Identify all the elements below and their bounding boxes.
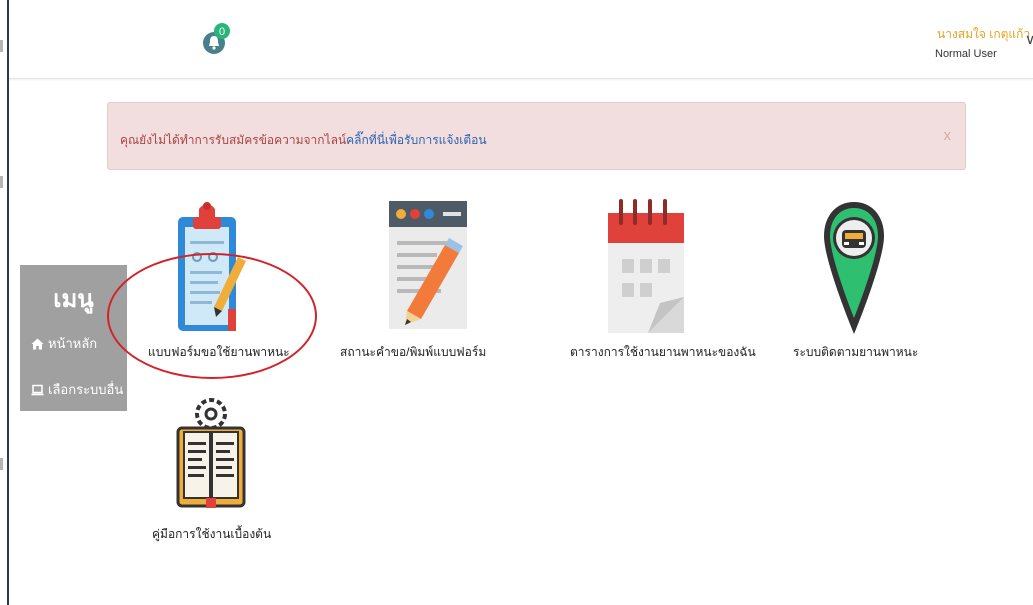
app-label-request-status[interactable]: สถานะคำขอ/พิมพ์แบบฟอร์ม [340, 343, 486, 362]
notification-count: 0 [219, 26, 225, 38]
user-manual-tile[interactable] [176, 392, 246, 510]
app-label-vehicle-tracking[interactable]: ระบบติดตามยานพาหนะ [793, 343, 918, 362]
window-edge-mark [0, 176, 3, 188]
calendar-icon [608, 199, 684, 333]
menu-title: เมนู [53, 286, 94, 313]
app-label-my-schedule[interactable]: ตารางการใช้งานยานพาหนะของฉัน [570, 343, 756, 362]
window-left-border [7, 0, 9, 605]
menu-item-label: เลือกระบบอื่น [48, 382, 124, 397]
app-label-vehicle-request-form[interactable]: แบบฟอร์มขอใช้ยานพาหนะ [148, 343, 290, 362]
document-pencil-icon [389, 201, 467, 329]
laptop-icon [31, 384, 44, 395]
alert-link[interactable]: คลิ๊กที่นี่เพื่อรับการแจ้งเตือน [346, 133, 486, 147]
clipboard-form-icon [178, 202, 246, 331]
alert-close-button[interactable]: x [944, 127, 952, 144]
side-menu: เมนู หน้าหลัก เลือกระบบอื่น [20, 265, 127, 411]
manual-book-gear-icon [176, 398, 246, 508]
chevron-down-icon[interactable]: ∨ [1025, 32, 1033, 48]
user-name[interactable]: นางสมใจ เกตุแก้ว [937, 25, 1030, 44]
window-edge-mark [0, 458, 3, 470]
top-navbar: 0 นางสมใจ เกตุแก้ว Normal User ∨ [9, 0, 1033, 79]
bell-icon: 0 [203, 23, 230, 54]
window-edge-mark [0, 40, 3, 52]
menu-item-home[interactable]: หน้าหลัก [31, 333, 97, 354]
user-role: Normal User [935, 48, 997, 60]
my-vehicle-schedule-tile[interactable] [608, 197, 684, 335]
vehicle-tracking-tile[interactable] [822, 200, 886, 334]
menu-item-other-systems[interactable]: เลือกระบบอื่น [31, 379, 123, 400]
line-notification-alert: คุณยังไม่ได้ทำการรับสมัครข้อความจากไลน์ค… [107, 102, 966, 170]
notification-button[interactable]: 0 [201, 22, 233, 58]
home-icon [31, 338, 44, 349]
alert-message: คุณยังไม่ได้ทำการรับสมัครข้อความจากไลน์ [120, 133, 347, 147]
menu-item-label: หน้าหลัก [48, 336, 98, 351]
request-status-print-tile[interactable] [389, 201, 467, 329]
car-location-pin-icon [824, 202, 884, 334]
app-label-user-manual[interactable]: คู่มือการใช้งานเบื้องต้น [152, 525, 271, 544]
vehicle-request-form-tile[interactable] [172, 197, 248, 333]
